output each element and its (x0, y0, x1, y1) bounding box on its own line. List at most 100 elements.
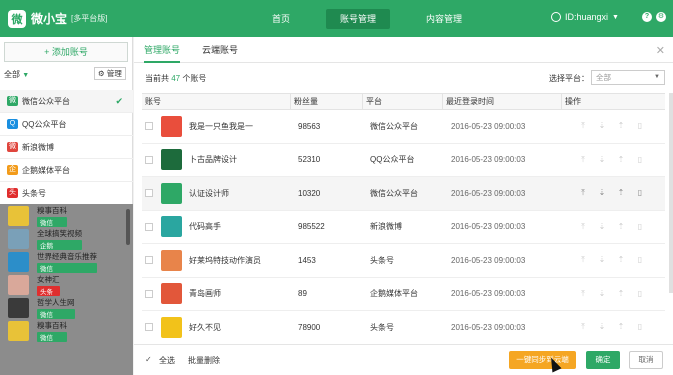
pin-top-icon[interactable]: ⤒ (579, 222, 587, 231)
column-account: 账号 (142, 94, 291, 109)
move-up-icon[interactable]: ⇡ (617, 289, 625, 298)
column-platform: 平台 (363, 94, 443, 109)
platform-item-toutiao[interactable]: 头 头条号 (0, 182, 133, 205)
pin-top-icon[interactable]: ⤒ (579, 323, 587, 331)
row-checkbox[interactable] (145, 222, 153, 231)
avatar (161, 316, 182, 338)
table-row[interactable]: 认证设计师 10320 微信公众平台 2016-05-23 09:00:03 ⤒… (142, 177, 665, 211)
move-up-icon[interactable]: ⇡ (617, 189, 625, 197)
account-item[interactable]: 全球搞笑视频 企鹅 (0, 227, 133, 250)
avatar (8, 251, 29, 272)
user-menu[interactable]: ID:huangxi ▼ (551, 12, 619, 22)
platform-item-penguin[interactable]: 企 企鹅媒体平台 (0, 159, 133, 182)
table-row[interactable]: 好久不见 78900 头条号 2016-05-23 09:00:03 ⤒ ⇣ ⇡ ▯ (142, 311, 665, 345)
delete-icon[interactable]: ▯ (636, 323, 644, 331)
pin-top-icon[interactable]: ⤒ (579, 122, 587, 130)
row-checkbox[interactable] (145, 289, 153, 298)
row-checkbox[interactable] (145, 122, 153, 131)
tab-manage-accounts[interactable]: 管理账号 (144, 37, 181, 63)
move-down-icon[interactable]: ⇣ (598, 323, 606, 331)
platform-item-weibo[interactable]: 微 新浪微博 (0, 136, 133, 159)
dialog-footer: ✓ 全选 批量删除 一键同步到云端 确定 取消 (134, 344, 673, 375)
platform-tag: 微信 (37, 216, 67, 227)
avatar (161, 283, 182, 305)
nav-home[interactable]: 首页 (258, 9, 304, 29)
row-actions: ⤒ ⇣ ⇡ ▯ (579, 256, 655, 264)
select-all-label[interactable]: 全选 (159, 355, 175, 366)
table-row[interactable]: 代码高手 985522 新浪微博 2016-05-23 09:00:03 ⤒ ⇣ ⇡… (142, 211, 665, 244)
account-item[interactable]: 哲学人生网 微信 (0, 296, 133, 319)
move-down-icon[interactable]: ⇣ (598, 155, 606, 164)
delete-icon[interactable]: ▯ (636, 122, 644, 130)
platform-select[interactable]: 全部 ▼ (591, 70, 665, 85)
select-all-checkbox[interactable]: ✓ (145, 355, 152, 364)
pin-top-icon[interactable]: ⤒ (579, 155, 587, 164)
move-up-icon[interactable]: ⇡ (617, 323, 625, 331)
last-login-time: 2016-05-23 09:00:03 (451, 289, 526, 299)
app-name: 微小宝 (31, 12, 68, 26)
settings-icon[interactable]: ⚙ (656, 12, 666, 22)
cancel-button[interactable]: 取消 (629, 351, 663, 369)
manage-button[interactable]: ⚙ 管理 (94, 67, 126, 80)
fans-count: 10320 (298, 188, 321, 198)
delete-icon[interactable]: ▯ (636, 289, 644, 298)
scrollbar[interactable] (669, 93, 673, 293)
help-icon[interactable]: ? (642, 12, 652, 22)
platform-item-qq[interactable]: Q QQ公众平台 (0, 113, 133, 136)
move-up-icon[interactable]: ⇡ (617, 222, 625, 231)
move-down-icon[interactable]: ⇣ (598, 222, 606, 231)
fans-count: 89 (298, 289, 307, 299)
nav-content-management[interactable]: 内容管理 (412, 9, 476, 29)
confirm-button[interactable]: 确定 (586, 351, 620, 369)
row-checkbox[interactable] (145, 155, 153, 164)
table-header: 账号 粉丝量 平台 最近登录时间 操作 (142, 93, 665, 110)
qq-icon: Q (7, 119, 18, 129)
fans-count: 985522 (298, 222, 325, 232)
account-name: 卜古品牌设计 (189, 155, 237, 165)
account-item[interactable]: 糗事百科 微信 (0, 319, 133, 342)
nav-account-management[interactable]: 账号管理 (326, 8, 391, 29)
account-item[interactable]: 糗事百科 微信 (0, 204, 133, 227)
batch-delete-button[interactable]: 批量删除 (188, 355, 220, 366)
pin-top-icon[interactable]: ⤒ (579, 189, 587, 197)
account-name: 好莱坞特技动作演员 (189, 255, 261, 265)
pin-top-icon[interactable]: ⤒ (579, 256, 587, 264)
move-up-icon[interactable]: ⇡ (617, 256, 625, 264)
delete-icon[interactable]: ▯ (636, 222, 644, 231)
top-icons: ? ⚙ (642, 12, 670, 22)
move-up-icon[interactable]: ⇡ (617, 122, 625, 130)
account-count: 47 (171, 74, 181, 83)
move-up-icon[interactable]: ⇡ (617, 155, 625, 164)
platform-tag: 微信 (37, 331, 67, 342)
account-item[interactable]: 女神汇 头条 (0, 273, 133, 296)
account-table: 我是一只鱼我是一 98563 微信公众平台 2016-05-23 09:00:0… (142, 110, 665, 345)
row-checkbox[interactable] (145, 256, 153, 265)
close-icon[interactable]: ✕ (656, 44, 665, 57)
platform-item-wechat[interactable]: 微 微信公众平台 ✔ (0, 90, 133, 113)
table-row[interactable]: 卜古品牌设计 52310 QQ公众平台 2016-05-23 09:00:03 … (142, 144, 665, 177)
avatar (161, 216, 182, 238)
account-item[interactable]: 世界经典音乐推荐 微信 (0, 250, 133, 273)
sync-to-cloud-button[interactable]: 一键同步到云端 (509, 351, 576, 369)
tab-cloud-accounts[interactable]: 云端账号 (202, 37, 238, 63)
move-down-icon[interactable]: ⇣ (598, 256, 606, 264)
table-row[interactable]: 好莱坞特技动作演员 1453 头条号 2016-05-23 09:00:03 ⤒… (142, 244, 665, 278)
row-actions: ⤒ ⇣ ⇡ ▯ (579, 323, 655, 331)
user-icon (551, 12, 561, 22)
filter-dropdown[interactable]: 全部 ▼ (4, 69, 29, 80)
scrollbar[interactable] (126, 209, 130, 245)
table-row[interactable]: 青岛画师 89 企鹅媒体平台 2016-05-23 09:00:03 ⤒ ⇣ ⇡ ▯ (142, 278, 665, 311)
fans-count: 1453 (298, 255, 316, 265)
move-down-icon[interactable]: ⇣ (598, 122, 606, 130)
move-down-icon[interactable]: ⇣ (598, 189, 606, 197)
delete-icon[interactable]: ▯ (636, 189, 644, 197)
add-account-button[interactable]: + 添加账号 (4, 42, 128, 62)
move-down-icon[interactable]: ⇣ (598, 289, 606, 298)
platform-select-label: 选择平台： (549, 74, 589, 83)
row-checkbox[interactable] (145, 323, 153, 332)
table-row[interactable]: 我是一只鱼我是一 98563 微信公众平台 2016-05-23 09:00:0… (142, 110, 665, 144)
delete-icon[interactable]: ▯ (636, 155, 644, 164)
pin-top-icon[interactable]: ⤒ (579, 289, 587, 298)
delete-icon[interactable]: ▯ (636, 256, 644, 264)
row-checkbox[interactable] (145, 189, 153, 198)
